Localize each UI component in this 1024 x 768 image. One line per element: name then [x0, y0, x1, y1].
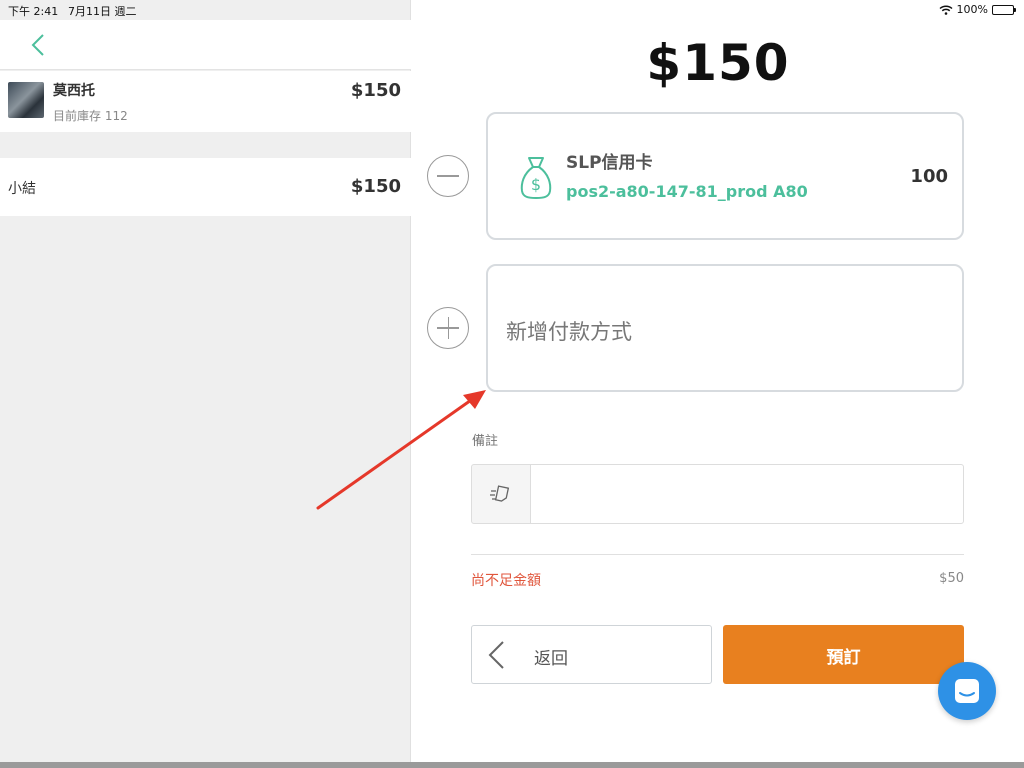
- back-button-label: 返回: [534, 649, 568, 669]
- note-input[interactable]: [530, 464, 964, 524]
- note-icon-box: [471, 464, 531, 524]
- product-thumbnail: [8, 82, 44, 118]
- status-date: 7月11日 週二: [68, 5, 137, 18]
- subtotal-value: $150: [350, 176, 401, 197]
- add-payment-plus-button[interactable]: [427, 307, 469, 349]
- money-bag-icon: $: [520, 157, 552, 199]
- shortfall-label: 尚不足金額: [471, 573, 541, 589]
- payment-amount: 100: [910, 166, 948, 187]
- back-chevron-icon[interactable]: [28, 32, 48, 58]
- note-icon: [490, 485, 510, 502]
- battery-icon: [992, 4, 1016, 15]
- payment-method-card[interactable]: $ SLP信用卡 pos2-a80-147-81_prod A80 100: [486, 112, 964, 240]
- wifi-icon: [939, 4, 953, 15]
- remove-payment-button[interactable]: [427, 155, 469, 197]
- status-right: 100%: [939, 3, 1016, 16]
- bottom-edge: [0, 762, 1024, 768]
- chevron-left-icon: [488, 641, 504, 669]
- payment-name: SLP信用卡: [566, 153, 653, 173]
- chat-icon: [955, 679, 979, 703]
- status-time: 下午 2:41: [8, 5, 59, 18]
- status-bar: 下午 2:41 7月11日 週二 100%: [0, 0, 1024, 20]
- left-nav-bar: [0, 20, 411, 70]
- payment-device: pos2-a80-147-81_prod A80: [566, 182, 808, 201]
- minus-icon: [437, 175, 459, 177]
- svg-text:$: $: [531, 175, 541, 194]
- chat-support-button[interactable]: [938, 662, 996, 720]
- order-summary-panel: 莫西托 目前庫存 112 $150 小結 $150: [0, 0, 411, 768]
- checkout-total: $150: [646, 34, 790, 92]
- subtotal-label: 小結: [8, 181, 36, 197]
- reserve-button-label: 預訂: [826, 648, 861, 668]
- product-name: 莫西托: [53, 83, 95, 99]
- product-stock: 目前庫存 112: [53, 109, 128, 123]
- divider: [471, 554, 964, 555]
- subtotal-row: 小結 $150: [0, 158, 411, 216]
- note-label: 備註: [472, 434, 499, 449]
- product-price: $150: [350, 80, 401, 101]
- add-payment-label: 新增付款方式: [506, 320, 632, 344]
- shortfall-value: $50: [939, 571, 964, 586]
- battery-percent: 100%: [956, 3, 988, 16]
- add-payment-card[interactable]: 新增付款方式: [486, 264, 964, 392]
- cart-item[interactable]: 莫西托 目前庫存 112 $150: [0, 71, 411, 132]
- back-button[interactable]: 返回: [471, 625, 712, 684]
- reserve-button[interactable]: 預訂: [723, 625, 964, 684]
